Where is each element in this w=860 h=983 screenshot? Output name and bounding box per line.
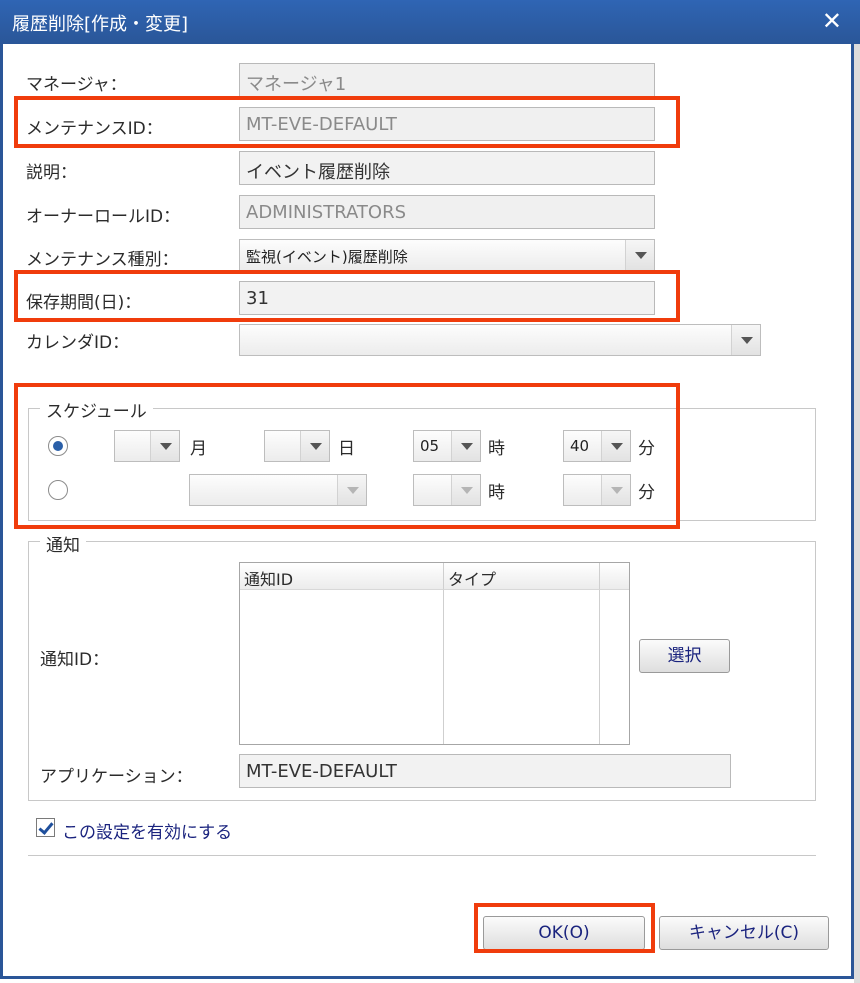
highlight-schedule <box>14 383 680 529</box>
divider <box>28 855 816 856</box>
column-header-type[interactable]: タイプ <box>444 563 600 590</box>
maintenance-type-value: 監視(イベント)履歴削除 <box>246 248 408 266</box>
cancel-button[interactable]: キャンセル(C) <box>659 916 829 950</box>
select-notify-button[interactable]: 選択 <box>639 639 730 673</box>
application-field[interactable]: MT-EVE-DEFAULT <box>239 754 731 788</box>
maintenance-type-select[interactable]: 監視(イベント)履歴削除 <box>239 239 655 271</box>
description-field[interactable]: イベント履歴削除 <box>239 151 655 185</box>
notify-title: 通知 <box>40 531 86 556</box>
manager-field[interactable]: マネージャ1 <box>239 63 655 97</box>
column-header-notify-id[interactable]: 通知ID <box>240 563 444 590</box>
enable-checkbox-label[interactable]: この設定を有効にする <box>62 818 232 843</box>
column-header-extra <box>600 563 629 590</box>
title-bar[interactable]: 履歴削除[作成・変更] ✕ <box>0 0 860 44</box>
calendar-select[interactable] <box>239 324 761 356</box>
application-label: アプリケーション： <box>40 767 193 787</box>
highlight-retention <box>14 270 680 322</box>
dialog-title: 履歴削除[作成・変更] <box>12 14 189 35</box>
close-icon[interactable]: ✕ <box>822 7 842 35</box>
chevron-down-icon[interactable] <box>625 240 654 270</box>
description-label: 説明： <box>26 163 77 183</box>
highlight-ok <box>474 903 655 953</box>
owner-role-field[interactable]: ADMINISTRATORS <box>239 195 655 229</box>
chevron-down-icon[interactable] <box>731 325 760 355</box>
column-divider <box>443 590 444 744</box>
calendar-label: カレンダID： <box>26 333 130 353</box>
notify-table[interactable]: 通知ID タイプ <box>239 562 630 745</box>
enable-checkbox[interactable] <box>36 818 55 837</box>
maintenance-type-label: メンテナンス種別： <box>26 250 179 270</box>
highlight-maintenance-id <box>14 96 680 148</box>
maintenance-dialog: 履歴削除[作成・変更] ✕ マネージャ： マネージャ1 メンテナンスID： MT… <box>0 0 860 983</box>
owner-role-label: オーナーロールID： <box>26 207 181 227</box>
background-edge <box>854 44 860 983</box>
notify-id-label: 通知ID： <box>40 650 110 670</box>
column-divider <box>599 590 600 744</box>
manager-label: マネージャ： <box>26 75 127 95</box>
